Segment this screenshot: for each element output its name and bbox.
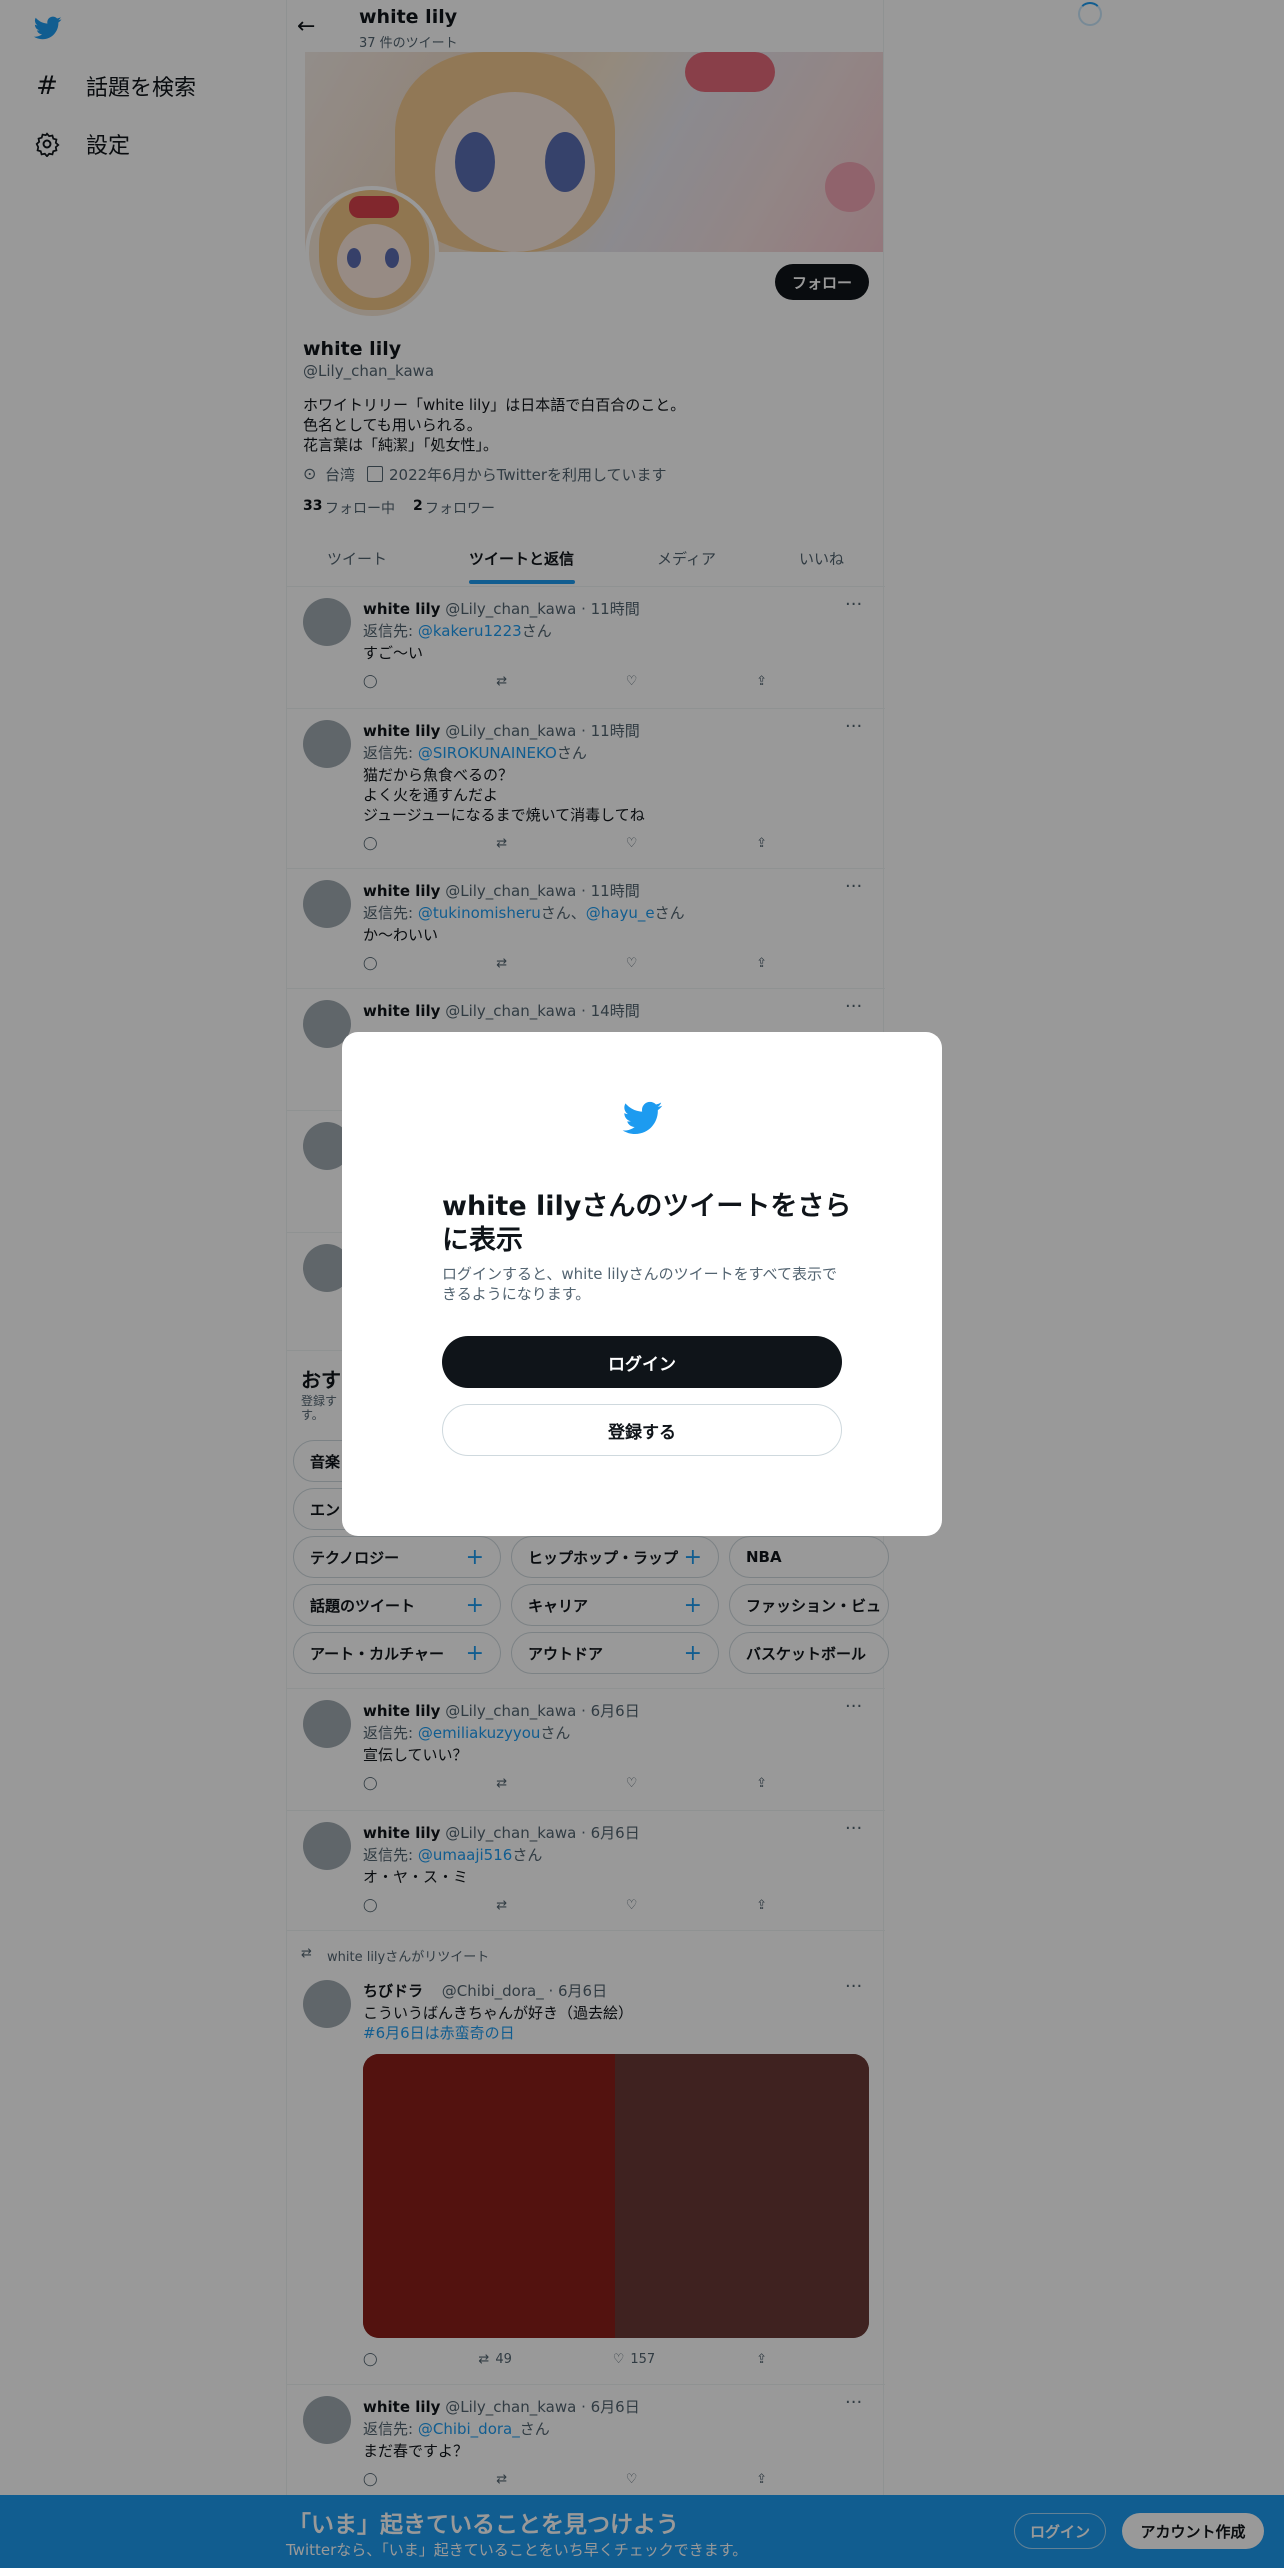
twitter-logo-icon <box>620 1098 666 1138</box>
modal-title: white lilyさんのツイートをさらに表示 <box>442 1191 852 1256</box>
login-modal: white lilyさんのツイートをさらに表示 ログインすると、white li… <box>342 1032 942 1536</box>
modal-body: ログインすると、white lilyさんのツイートをすべて表示できるようになりま… <box>442 1265 837 1303</box>
login-button[interactable]: ログイン <box>442 1336 842 1388</box>
bottom-login-button[interactable]: ログイン <box>1014 2513 1106 2549</box>
bottom-bar-title: 「いま」起きていることを見つけよう <box>288 2512 679 2538</box>
bottom-signup-button[interactable]: アカウント作成 <box>1122 2513 1264 2549</box>
bottom-bar-subtitle: Twitterなら、「いま」起きていることをいち早くチェックできます。 <box>286 2541 748 2559</box>
signup-button[interactable]: 登録する <box>442 1404 842 1456</box>
bottom-signup-bar: 「いま」起きていることを見つけよう Twitterなら、「いま」起きていることを… <box>0 2495 1284 2568</box>
